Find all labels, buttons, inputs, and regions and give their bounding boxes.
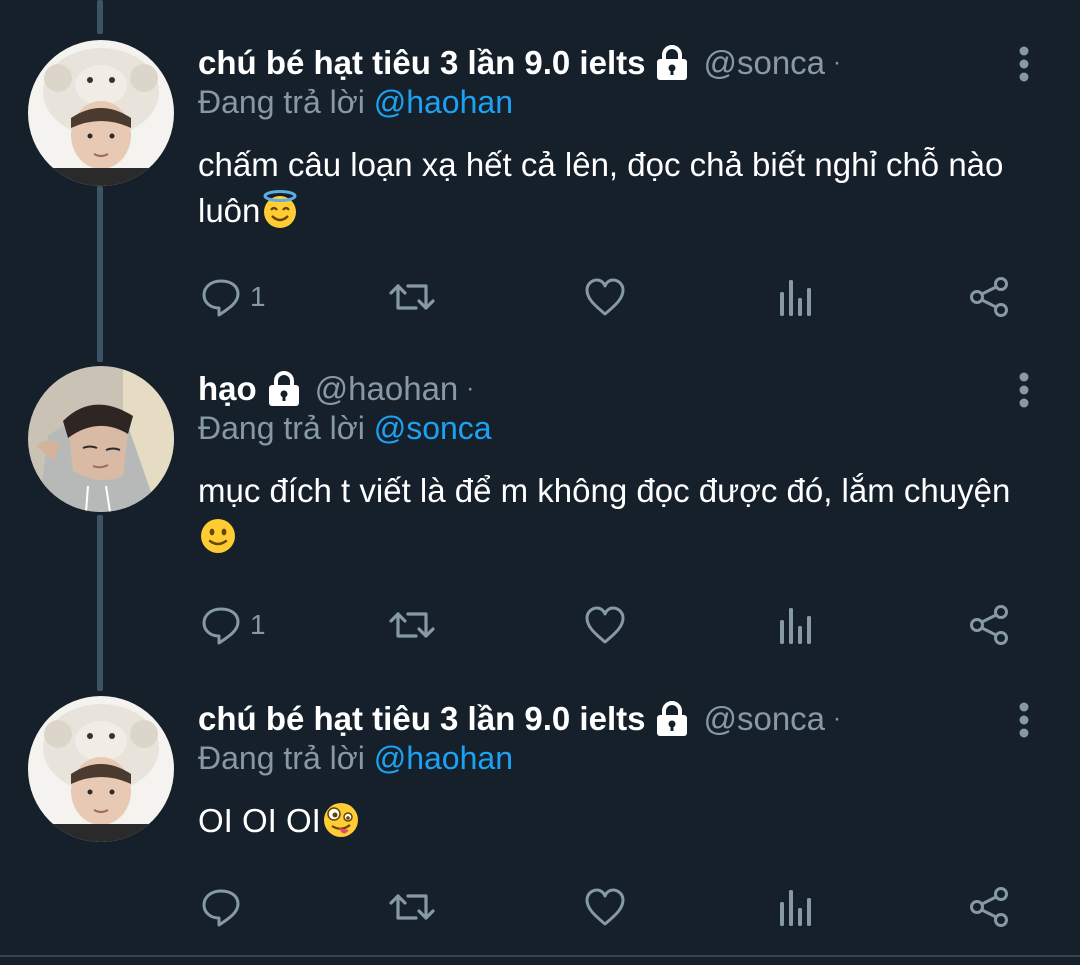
tweet-actions: 1 [0, 272, 1080, 322]
mention-link[interactable]: @haohan [374, 84, 513, 120]
zany-face-icon [323, 803, 358, 837]
share-button[interactable] [968, 272, 1010, 322]
analytics-icon [780, 280, 811, 316]
retweet-icon [389, 284, 435, 310]
lock-icon [657, 701, 688, 736]
tweet-text-content: OI OI OI [198, 802, 321, 839]
display-name[interactable]: chú bé hạt tiêu 3 lần 9.0 ielts [198, 44, 645, 82]
timeline: chú bé hạt tiêu 3 lần 9.0 ielts @sonca ·… [0, 0, 1080, 965]
like-button[interactable] [583, 882, 627, 932]
more-vertical-icon[interactable] [1012, 44, 1036, 84]
share-icon [970, 277, 1008, 317]
avatar-image [28, 40, 174, 186]
avatar-image [28, 696, 174, 842]
mention-link[interactable]: @haohan [374, 740, 513, 776]
separator-dot: · [833, 49, 842, 76]
bottom-divider [0, 955, 1080, 957]
retweet-button[interactable] [388, 272, 436, 322]
share-button[interactable] [968, 882, 1010, 932]
heart-icon [585, 606, 625, 644]
avatar-image [28, 366, 174, 512]
tweet-header: chú bé hạt tiêu 3 lần 9.0 ielts @sonca · [198, 696, 841, 742]
replying-to-label: Đang trả lời [198, 410, 365, 446]
replying-to: Đang trả lời @sonca [198, 410, 492, 447]
like-button[interactable] [583, 600, 627, 650]
handle[interactable]: @sonca [703, 44, 825, 82]
smiling-face-with-halo-icon [263, 190, 297, 228]
tweet-text: mục đích t viết là để m không đọc được đ… [198, 468, 1048, 560]
tweet-header: chú bé hạt tiêu 3 lần 9.0 ielts @sonca · [198, 40, 841, 86]
retweet-icon [389, 894, 435, 920]
replying-to-label: Đang trả lời [198, 740, 365, 776]
avatar[interactable] [28, 40, 174, 186]
tweet[interactable]: chú bé hạt tiêu 3 lần 9.0 ielts @sonca ·… [0, 696, 1080, 946]
lock-icon [657, 45, 688, 80]
analytics-button[interactable] [778, 272, 814, 322]
replying-to-label: Đang trả lời [198, 84, 365, 120]
tweet-text: OI OI OI [198, 798, 1048, 844]
tweet-text-content: chấm câu loạn xạ hết cả lên, đọc chả biế… [198, 146, 1004, 229]
reply-count: 1 [250, 609, 266, 640]
reply-button[interactable]: 1 [200, 272, 266, 322]
reply-button[interactable] [200, 882, 250, 932]
avatar[interactable] [28, 366, 174, 512]
replying-to: Đang trả lời @haohan [198, 84, 513, 121]
tweet-text: chấm câu loạn xạ hết cả lên, đọc chả biế… [198, 142, 1048, 234]
display-name[interactable]: hạo [198, 370, 257, 408]
thread-line-top [97, 0, 103, 34]
tweet-actions [0, 882, 1080, 932]
reply-count: 1 [250, 281, 266, 312]
retweet-button[interactable] [388, 882, 436, 932]
share-icon [970, 605, 1008, 645]
analytics-button[interactable] [778, 882, 814, 932]
separator-dot: · [833, 705, 842, 732]
analytics-button[interactable] [778, 600, 814, 650]
lock-icon [268, 371, 299, 406]
reply-icon [202, 607, 240, 645]
tweet-actions: 1 [0, 600, 1080, 650]
separator-dot: · [466, 375, 475, 402]
analytics-icon [780, 608, 811, 644]
tweet[interactable]: chú bé hạt tiêu 3 lần 9.0 ielts @sonca ·… [0, 40, 1080, 340]
reply-icon [202, 889, 240, 927]
more-vertical-icon[interactable] [1012, 700, 1036, 740]
slightly-smiling-face-icon [201, 519, 235, 553]
reply-icon [202, 279, 240, 317]
tweet[interactable]: hạo @haohan · Đang trả lời @sonca mục đí… [0, 366, 1080, 666]
share-icon [970, 887, 1008, 927]
handle[interactable]: @haohan [315, 370, 459, 408]
display-name[interactable]: chú bé hạt tiêu 3 lần 9.0 ielts [198, 700, 645, 738]
retweet-button[interactable] [388, 600, 436, 650]
handle[interactable]: @sonca [703, 700, 825, 738]
like-button[interactable] [583, 272, 627, 322]
replying-to: Đang trả lời @haohan [198, 740, 513, 777]
heart-icon [585, 278, 625, 316]
reply-button[interactable]: 1 [200, 600, 266, 650]
analytics-icon [780, 890, 811, 926]
tweet-header: hạo @haohan · [198, 366, 474, 412]
mention-link[interactable]: @sonca [374, 410, 492, 446]
more-vertical-icon[interactable] [1012, 370, 1036, 410]
heart-icon [585, 888, 625, 926]
avatar[interactable] [28, 696, 174, 842]
tweet-text-content: mục đích t viết là để m không đọc được đ… [198, 472, 1011, 509]
retweet-icon [389, 612, 435, 638]
share-button[interactable] [968, 600, 1010, 650]
